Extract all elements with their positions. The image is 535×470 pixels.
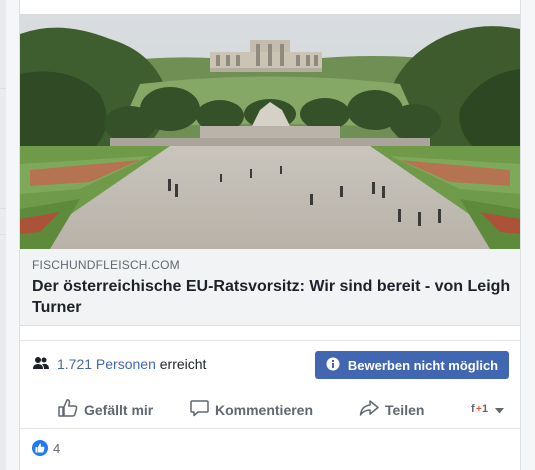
divider <box>0 234 6 235</box>
comment-label: Kommentieren <box>215 401 314 418</box>
page-avatar-icon: f + 1 <box>471 401 489 417</box>
link-headline[interactable]: Der österreichische EU-Ratsvorsitz: Wir … <box>32 276 512 318</box>
reach-summary: 1.721 Personen erreicht <box>57 356 206 372</box>
comment-button[interactable]: Kommentieren <box>190 399 313 420</box>
divider <box>0 208 6 209</box>
divider <box>0 88 6 89</box>
share-label: Teilen <box>385 401 425 418</box>
people-icon <box>33 356 49 375</box>
chevron-down-icon <box>495 401 504 417</box>
like-reaction-icon <box>32 440 48 456</box>
insights-row: 1.721 Personen erreicht Bewerben nicht m… <box>20 340 520 390</box>
left-panel-edge <box>0 0 6 470</box>
reaction-count: 4 <box>53 441 61 456</box>
like-button[interactable]: Gefällt mir <box>58 399 153 420</box>
info-icon <box>326 357 340 374</box>
boost-post-button[interactable]: Bewerben nicht möglich <box>315 351 509 379</box>
boost-button-label: Bewerben nicht möglich <box>347 357 499 373</box>
post-card: FISCHUNDFLEISCH.COM Der österreichische … <box>19 0 521 470</box>
comment-icon <box>190 399 209 420</box>
reactions-summary[interactable]: 4 <box>20 429 520 469</box>
like-label: Gefällt mir <box>84 401 154 418</box>
reach-suffix: erreicht <box>155 356 207 372</box>
reach-count-link[interactable]: 1.721 Personen <box>57 356 156 372</box>
share-button[interactable]: Teilen <box>359 399 424 420</box>
garden-photo <box>20 14 520 249</box>
svg-text:f: f <box>471 403 475 414</box>
thumbs-up-icon <box>58 399 78 420</box>
link-preview-meta[interactable]: FISCHUNDFLEISCH.COM Der österreichische … <box>20 249 520 326</box>
page-selector-button[interactable]: f + 1 <box>471 401 504 417</box>
link-preview-image[interactable] <box>20 14 520 249</box>
post-actions-bar: Gefällt mir Kommentieren Teilen f + 1 <box>20 388 520 429</box>
link-domain: FISCHUNDFLEISCH.COM <box>32 258 180 272</box>
svg-text:1: 1 <box>482 403 488 414</box>
share-icon <box>359 399 379 420</box>
